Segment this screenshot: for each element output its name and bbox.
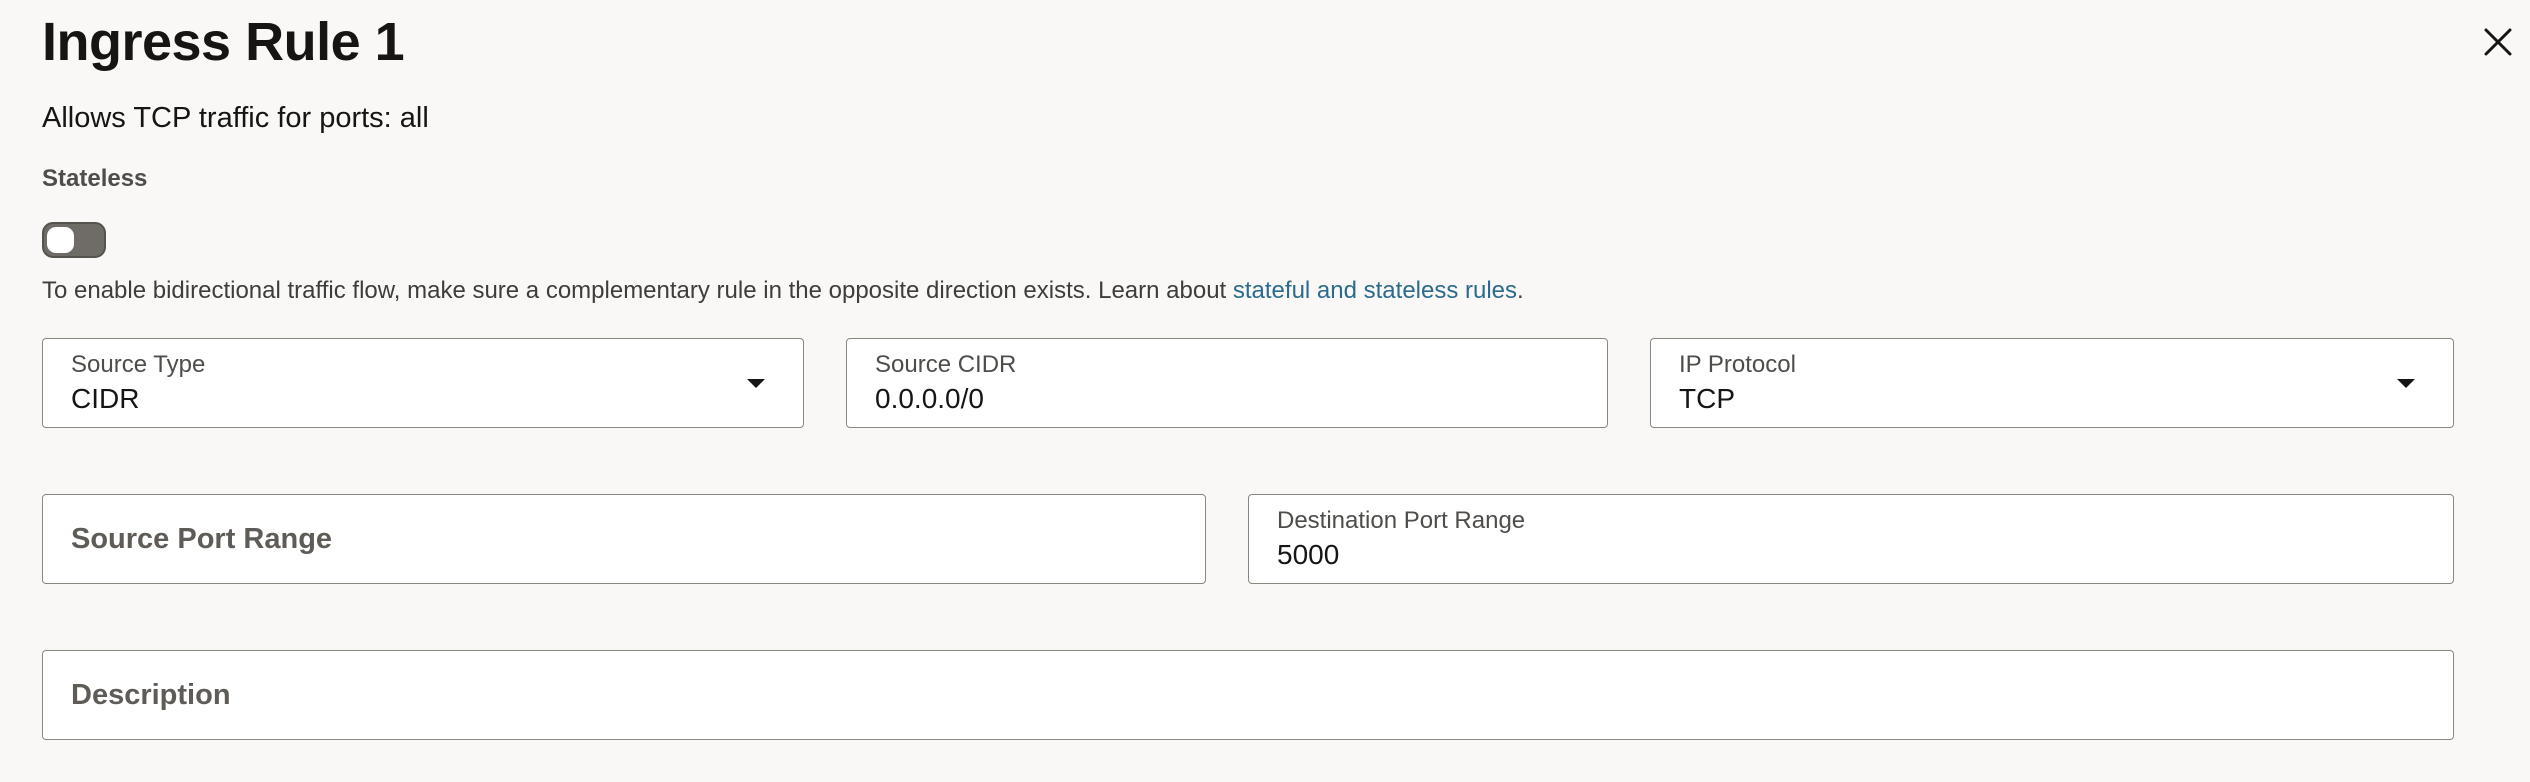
toggle-knob bbox=[47, 227, 74, 253]
source-cidr-field[interactable]: Source CIDR 0.0.0.0/0 bbox=[846, 338, 1608, 428]
rule-summary: Allows TCP traffic for ports: all bbox=[42, 102, 429, 134]
panel-title: Ingress Rule 1 bbox=[42, 12, 405, 72]
source-type-label: Source Type bbox=[71, 351, 206, 378]
source-cidr-label: Source CIDR bbox=[875, 351, 1017, 378]
source-port-range-field[interactable]: Source Port Range bbox=[42, 494, 1206, 584]
ip-protocol-select[interactable]: IP Protocol TCP bbox=[1650, 338, 2454, 428]
destination-port-range-value: 5000 bbox=[1277, 539, 1340, 570]
stateless-toggle[interactable] bbox=[42, 222, 106, 258]
help-text: To enable bidirectional traffic flow, ma… bbox=[42, 277, 1233, 304]
stateless-label: Stateless bbox=[42, 165, 148, 192]
source-port-range-placeholder: Source Port Range bbox=[71, 522, 333, 555]
chevron-down-icon bbox=[2397, 379, 2415, 388]
source-type-value: CIDR bbox=[71, 383, 140, 414]
help-suffix: . bbox=[1517, 277, 1524, 304]
description-placeholder: Description bbox=[71, 678, 231, 711]
close-button[interactable] bbox=[2474, 18, 2522, 66]
ip-protocol-label: IP Protocol bbox=[1679, 351, 1796, 378]
destination-port-range-label: Destination Port Range bbox=[1277, 507, 1526, 534]
source-cidr-value: 0.0.0.0/0 bbox=[875, 383, 984, 414]
stateful-stateless-rules-link[interactable]: stateful and stateless rules bbox=[1233, 277, 1517, 304]
chevron-down-icon bbox=[747, 379, 765, 388]
close-icon bbox=[2484, 28, 2512, 56]
source-type-select[interactable]: Source Type CIDR bbox=[42, 338, 804, 428]
stateless-help-text: To enable bidirectional traffic flow, ma… bbox=[42, 273, 1524, 309]
destination-port-range-field[interactable]: Destination Port Range 5000 bbox=[1248, 494, 2454, 584]
description-field[interactable]: Description bbox=[42, 650, 2454, 740]
ip-protocol-value: TCP bbox=[1679, 383, 1735, 414]
